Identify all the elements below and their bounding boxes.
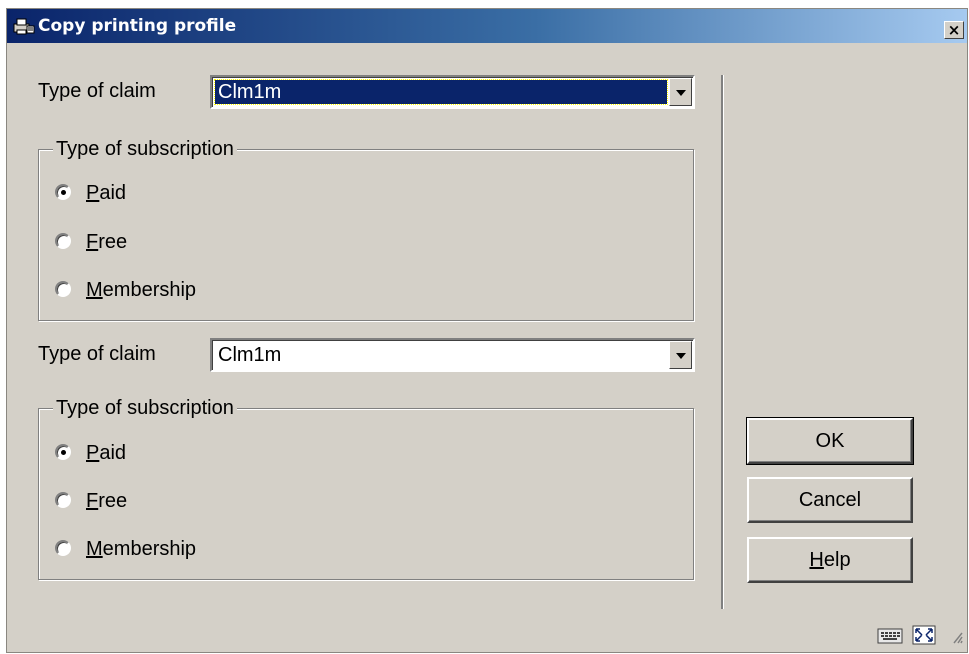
source-claim-label: Type of claim xyxy=(38,80,156,102)
chevron-down-icon[interactable] xyxy=(669,78,692,106)
help-button-label: Help xyxy=(809,548,851,571)
target-claim-dropdown[interactable]: Clm1m xyxy=(210,338,695,372)
target-radio-paid-label: Paid xyxy=(86,442,127,464)
copy-printing-profile-dialog: Copy printing profile × Type of claim Cl… xyxy=(6,8,968,653)
chevron-down-icon[interactable] xyxy=(669,341,692,369)
target-radio-free-label: Free xyxy=(86,490,128,512)
close-button[interactable]: × xyxy=(944,21,964,39)
source-radio-membership-label: Membership xyxy=(86,279,197,301)
radio-unchecked-icon xyxy=(55,492,71,508)
radio-unchecked-icon xyxy=(55,233,71,249)
window-title: Copy printing profile xyxy=(38,16,237,36)
target-radio-membership-label: Membership xyxy=(86,538,197,560)
close-icon: × xyxy=(947,20,961,39)
source-radio-paid-label: Paid xyxy=(86,182,127,204)
maximize-icon[interactable] xyxy=(912,625,936,645)
target-claim-value: Clm1m xyxy=(218,344,282,366)
source-subscription-group: Type of subscription Paid Free Membershi… xyxy=(38,137,694,321)
help-button[interactable]: Help xyxy=(747,537,913,583)
ok-button[interactable]: OK xyxy=(746,417,914,465)
source-subscription-legend: Type of subscription xyxy=(53,137,237,161)
keyboard-icon[interactable] xyxy=(877,625,903,645)
source-claim-dropdown[interactable]: Clm1m xyxy=(210,75,695,109)
target-subscription-legend: Type of subscription xyxy=(53,396,237,420)
resize-grip-icon[interactable] xyxy=(947,625,963,645)
target-claim-label: Type of claim xyxy=(38,343,156,365)
radio-checked-icon xyxy=(55,444,71,460)
radio-unchecked-icon xyxy=(55,281,71,297)
target-subscription-group: Type of subscription Paid Free Membershi… xyxy=(38,396,694,580)
source-radio-free-label: Free xyxy=(86,231,128,253)
printer-copy-icon xyxy=(13,18,35,35)
source-claim-value: Clm1m xyxy=(214,79,668,105)
radio-unchecked-icon xyxy=(55,540,71,556)
cancel-button[interactable]: Cancel xyxy=(747,477,913,523)
radio-checked-icon xyxy=(55,184,71,200)
vertical-divider xyxy=(721,75,723,609)
title-bar[interactable]: Copy printing profile × xyxy=(7,9,967,43)
